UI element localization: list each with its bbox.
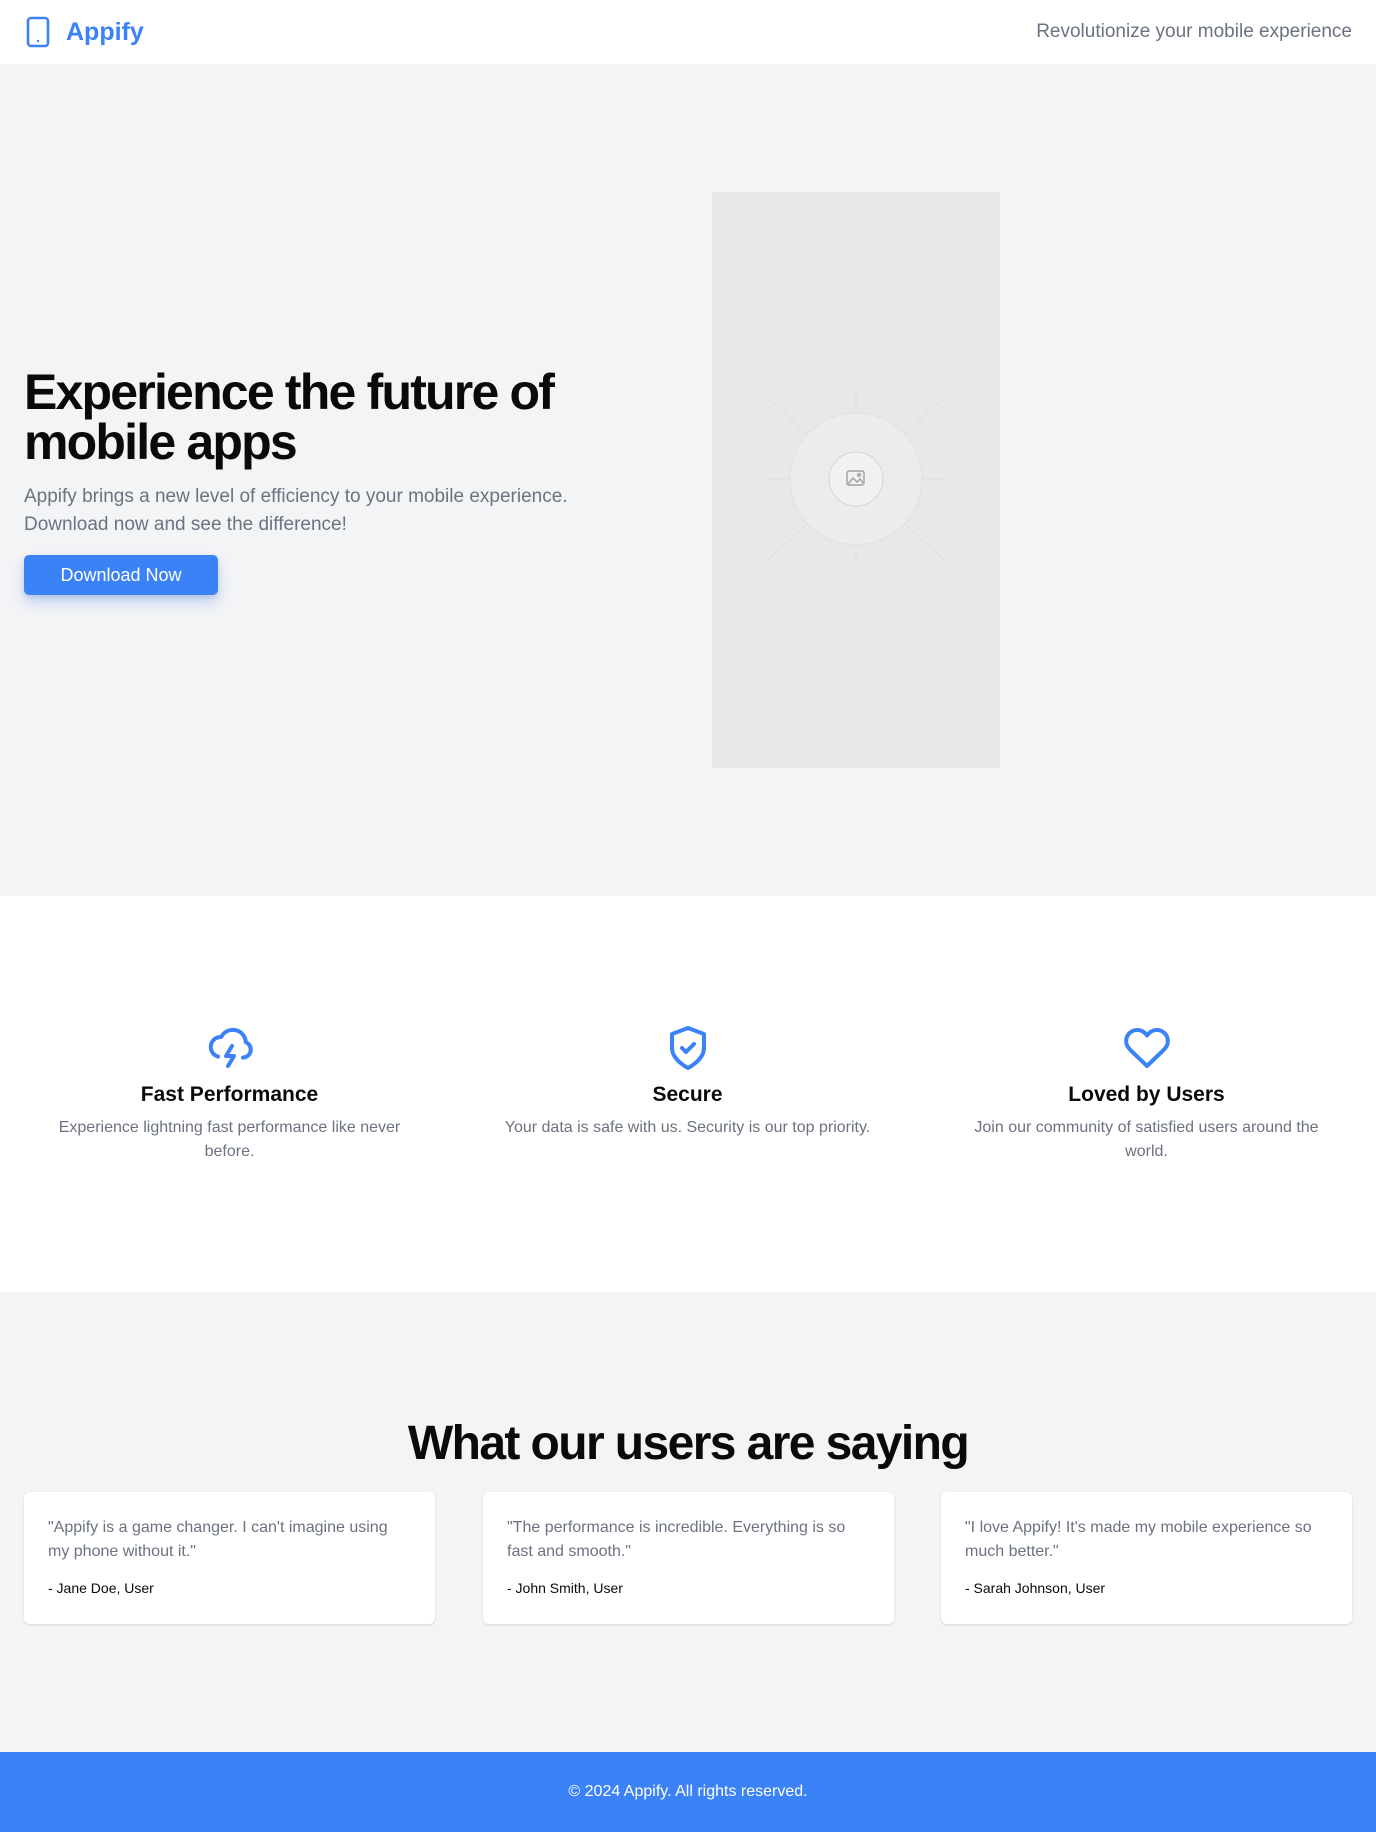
testimonial-card: "Appify is a game changer. I can't imagi… bbox=[24, 1492, 435, 1624]
site-header: Appify Revolutionize your mobile experie… bbox=[0, 0, 1376, 64]
feature-description: Your data is safe with us. Security is o… bbox=[504, 1119, 871, 1136]
shield-check-icon bbox=[669, 1026, 706, 1070]
features-section: Fast Performance Experience lightning fa… bbox=[0, 896, 1376, 1292]
feature-description: Join our community of satisfied users ar… bbox=[974, 1119, 1319, 1160]
testimonial-card: "The performance is incredible. Everythi… bbox=[483, 1492, 894, 1624]
heart-icon bbox=[1123, 1027, 1170, 1068]
image-placeholder-icon bbox=[765, 392, 947, 564]
brand-link[interactable]: Appify bbox=[24, 16, 144, 48]
feature-title: Secure bbox=[652, 1083, 723, 1106]
testimonial-quote: "Appify is a game changer. I can't imagi… bbox=[48, 1519, 388, 1560]
site-footer: © 2024 Appify. All rights reserved. bbox=[0, 1752, 1376, 1832]
testimonial-card: "I love Appify! It's made my mobile expe… bbox=[941, 1492, 1352, 1624]
testimonials-section: What our users are saying "Appify is a g… bbox=[0, 1292, 1376, 1752]
hero-title: Experience the future of mobile apps bbox=[24, 364, 555, 470]
feature-fast-performance: Fast Performance Experience lightning fa… bbox=[24, 1024, 435, 1164]
feature-title: Loved by Users bbox=[1068, 1083, 1225, 1106]
hero-text: Experience the future of mobile apps App… bbox=[24, 367, 624, 595]
testimonial-quote: "The performance is incredible. Everythi… bbox=[507, 1519, 846, 1560]
testimonial-author: - John Smith, User bbox=[507, 1580, 623, 1596]
hero-section: Experience the future of mobile apps App… bbox=[0, 64, 1376, 896]
feature-secure: Secure Your data is safe with us. Securi… bbox=[482, 1024, 893, 1140]
tablet-icon bbox=[26, 16, 50, 48]
feature-description: Experience lightning fast performance li… bbox=[58, 1119, 401, 1160]
footer-copyright: © 2024 Appify. All rights reserved. bbox=[568, 1783, 808, 1800]
testimonial-quote: "I love Appify! It's made my mobile expe… bbox=[965, 1519, 1312, 1560]
testimonial-author: - Sarah Johnson, User bbox=[965, 1580, 1106, 1596]
hero-subtitle: Appify brings a new level of efficiency … bbox=[24, 486, 568, 535]
feature-title: Fast Performance bbox=[140, 1083, 319, 1106]
header-tagline: Revolutionize your mobile experience bbox=[1036, 21, 1352, 42]
hero-image-placeholder bbox=[712, 192, 1000, 768]
feature-loved-by-users: Loved by Users Join our community of sat… bbox=[941, 1024, 1352, 1164]
testimonial-author: - Jane Doe, User bbox=[48, 1580, 154, 1596]
cloud-lightning-icon bbox=[208, 1027, 253, 1068]
brand-name: Appify bbox=[66, 17, 144, 46]
testimonials-title: What our users are saying bbox=[407, 1417, 970, 1470]
download-now-button[interactable]: Download Now bbox=[24, 555, 218, 595]
